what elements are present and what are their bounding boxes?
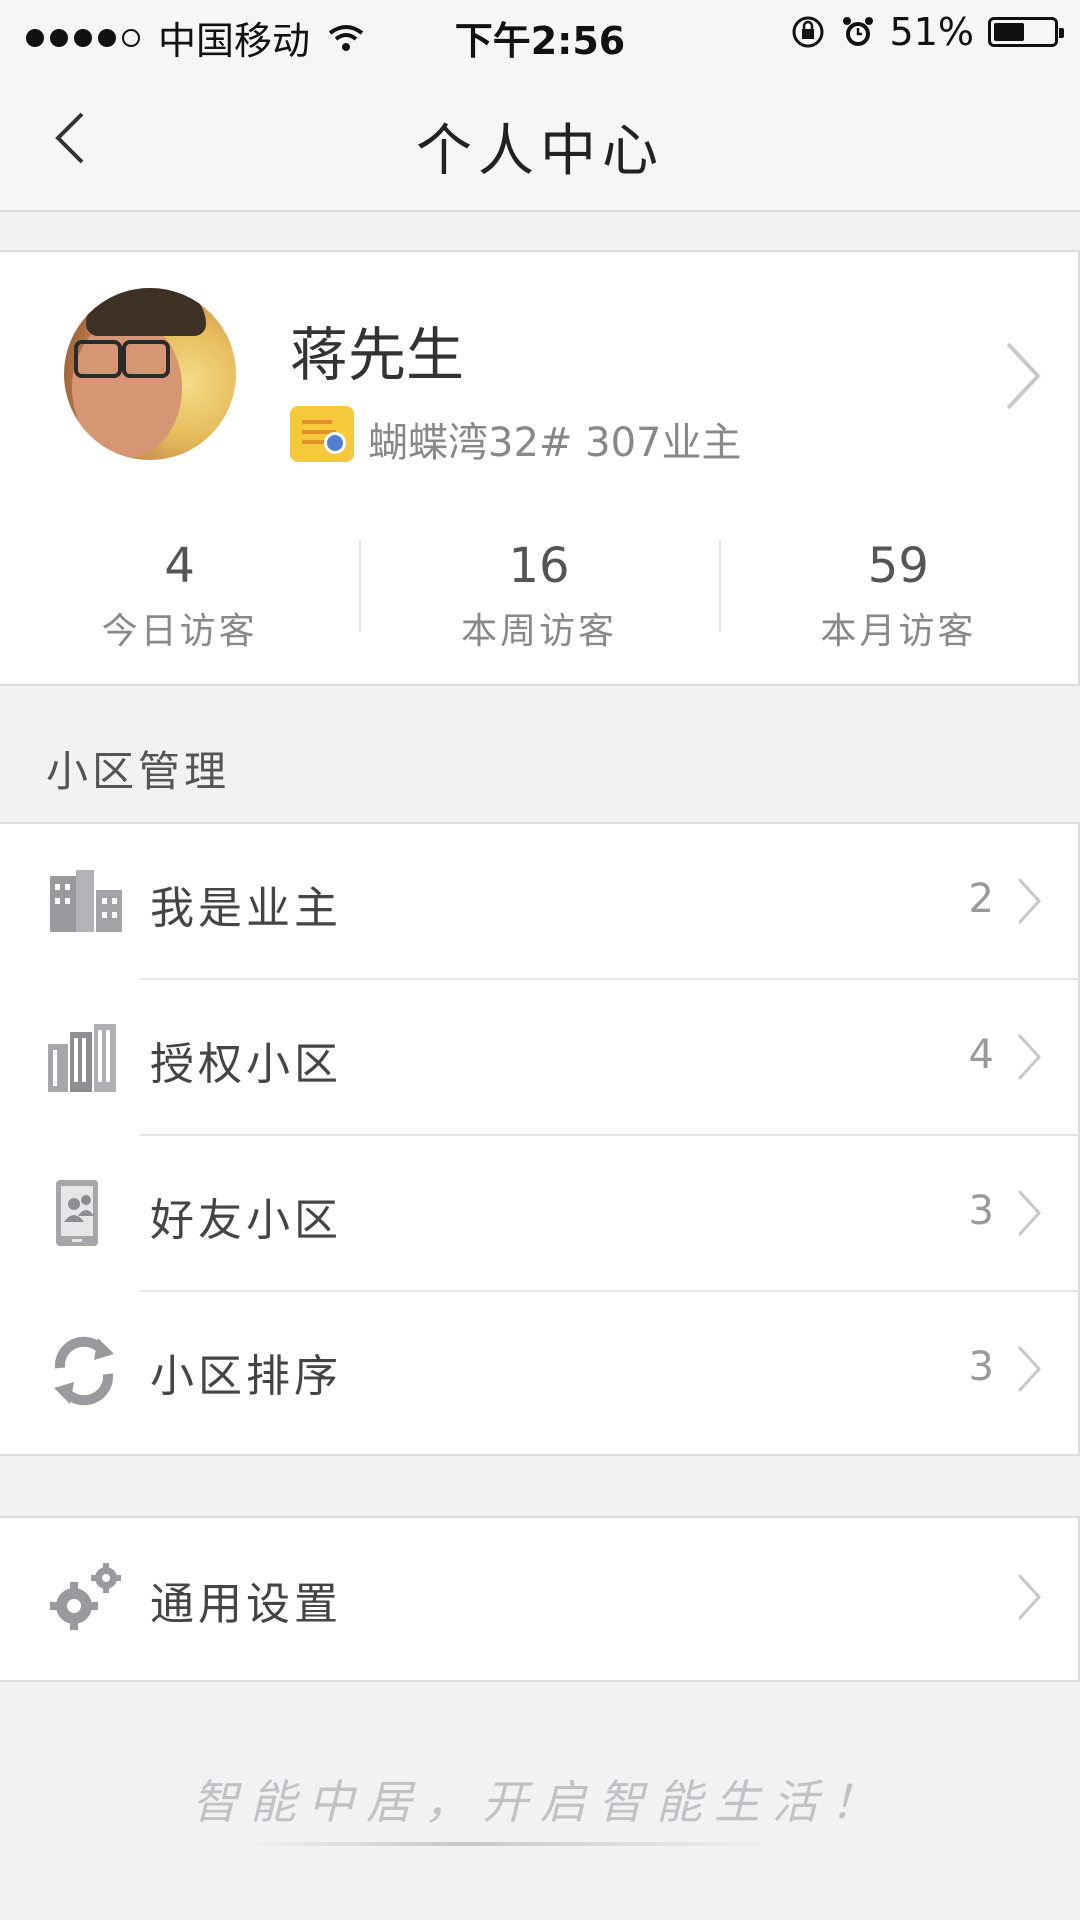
menu-item-friends[interactable]: 好友小区 3 xyxy=(0,1136,1078,1292)
chevron-right-icon xyxy=(1017,1033,1042,1081)
menu-count: 3 xyxy=(968,1188,994,1234)
menu-label: 授权小区 xyxy=(150,1039,342,1090)
buildings-icon xyxy=(50,870,122,932)
chevron-right-icon xyxy=(1017,1189,1042,1237)
menu-count: 2 xyxy=(968,876,994,922)
avatar xyxy=(64,288,236,460)
stat-week[interactable]: 16 本周访客 xyxy=(359,508,718,684)
chevron-right-icon xyxy=(1017,1573,1042,1621)
profile-name: 蒋先生 xyxy=(290,321,465,389)
gears-icon xyxy=(50,1563,121,1630)
section-title: 小区管理 xyxy=(46,747,231,796)
refresh-icon xyxy=(54,1336,114,1406)
battery-icon xyxy=(988,17,1064,47)
city-icon xyxy=(48,1024,116,1092)
nav-bar: 个人中心 xyxy=(0,66,1080,212)
menu-label: 小区排序 xyxy=(150,1351,342,1402)
menu-item-authorized[interactable]: 授权小区 4 xyxy=(0,980,1078,1136)
settings-card: 通用设置 xyxy=(0,1516,1080,1682)
footer-divider xyxy=(244,1842,784,1846)
menu-item-sort[interactable]: 小区排序 3 xyxy=(0,1292,1078,1448)
visitor-stats: 4 今日访客 16 本周访客 59 本月访客 xyxy=(0,508,1080,686)
chevron-right-icon xyxy=(1006,342,1041,410)
menu-label: 我是业主 xyxy=(150,883,342,934)
menu-item-settings[interactable]: 通用设置 xyxy=(0,1520,1078,1676)
menu-label: 通用设置 xyxy=(150,1579,342,1630)
page-title: 个人中心 xyxy=(416,119,664,184)
stat-label: 本周访客 xyxy=(460,611,617,652)
stat-value: 59 xyxy=(867,538,929,594)
community-menu: 我是业主 2 授权小区 4 好友小区 3 小区排序 3 xyxy=(0,822,1080,1456)
battery-percent: 51% xyxy=(889,10,974,54)
stat-label: 本月访客 xyxy=(820,611,977,652)
stat-value: 4 xyxy=(164,538,195,594)
menu-item-owner[interactable]: 我是业主 2 xyxy=(0,824,1078,980)
status-right: 51% xyxy=(790,10,1064,54)
chevron-right-icon xyxy=(1017,877,1042,925)
stat-value: 16 xyxy=(508,538,570,594)
stat-label: 今日访客 xyxy=(101,611,258,652)
stat-today[interactable]: 4 今日访客 xyxy=(0,508,359,684)
status-bar: 中国移动 下午2:56 51% xyxy=(0,0,1080,66)
friends-device-icon xyxy=(56,1180,98,1246)
alarm-icon xyxy=(842,17,873,46)
profile-card[interactable]: 蒋先生 蝴蝶湾32# 307业主 xyxy=(0,250,1080,510)
menu-label: 好友小区 xyxy=(150,1195,342,1246)
chevron-right-icon xyxy=(1017,1345,1042,1393)
stat-month[interactable]: 59 本月访客 xyxy=(718,508,1078,684)
menu-count: 4 xyxy=(968,1032,994,1078)
rotation-lock-icon xyxy=(792,16,824,48)
menu-count: 3 xyxy=(968,1344,994,1390)
profile-address: 蝴蝶湾32# 307业主 xyxy=(368,420,742,466)
certificate-icon xyxy=(290,406,354,462)
footer-slogan: 智能中居，开启智能生活！ xyxy=(192,1775,888,1829)
